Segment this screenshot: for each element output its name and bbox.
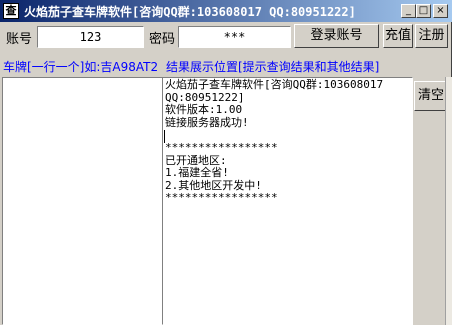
plate-input-area[interactable] [2,77,163,325]
right-edge-strip [445,77,452,325]
password-input[interactable]: *** [178,26,291,48]
password-label: 密码 [149,32,176,47]
close-button[interactable]: × [433,4,448,18]
account-label: 账号 [6,32,33,47]
result-area-hint: 结果展示位置[提示查询结果和其他结果] [166,60,380,74]
account-input[interactable]: 123 [37,26,144,48]
result-display-area[interactable]: 火焰茄子查车牌软件[咨询QQ群:103608017 QQ:80951222] 软… [162,77,413,325]
recharge-button[interactable]: 充值 [383,24,413,48]
register-button[interactable]: 注册 [415,24,448,48]
app-icon: 查 [3,3,19,19]
main-window: 查 火焰茄子查车牌软件[咨询QQ群:103608017 QQ:80951222]… [0,0,452,325]
window-title: 火焰茄子查车牌软件[咨询QQ群:103608017 QQ:80951222] [24,5,356,19]
clear-button[interactable]: 清空 [414,81,448,111]
text-caret [164,130,165,143]
login-button[interactable]: 登录账号 [294,24,379,48]
title-bar[interactable]: 查 火焰茄子查车牌软件[咨询QQ群:103608017 QQ:80951222]… [0,0,452,22]
minimize-button[interactable]: _ [401,4,416,18]
result-text: 火焰茄子查车牌软件[咨询QQ群:103608017 QQ:80951222] 软… [165,78,384,205]
maximize-button[interactable]: □ [416,4,431,18]
plate-input-hint: 车牌[一行一个]如:吉A98AT2 [3,60,159,74]
